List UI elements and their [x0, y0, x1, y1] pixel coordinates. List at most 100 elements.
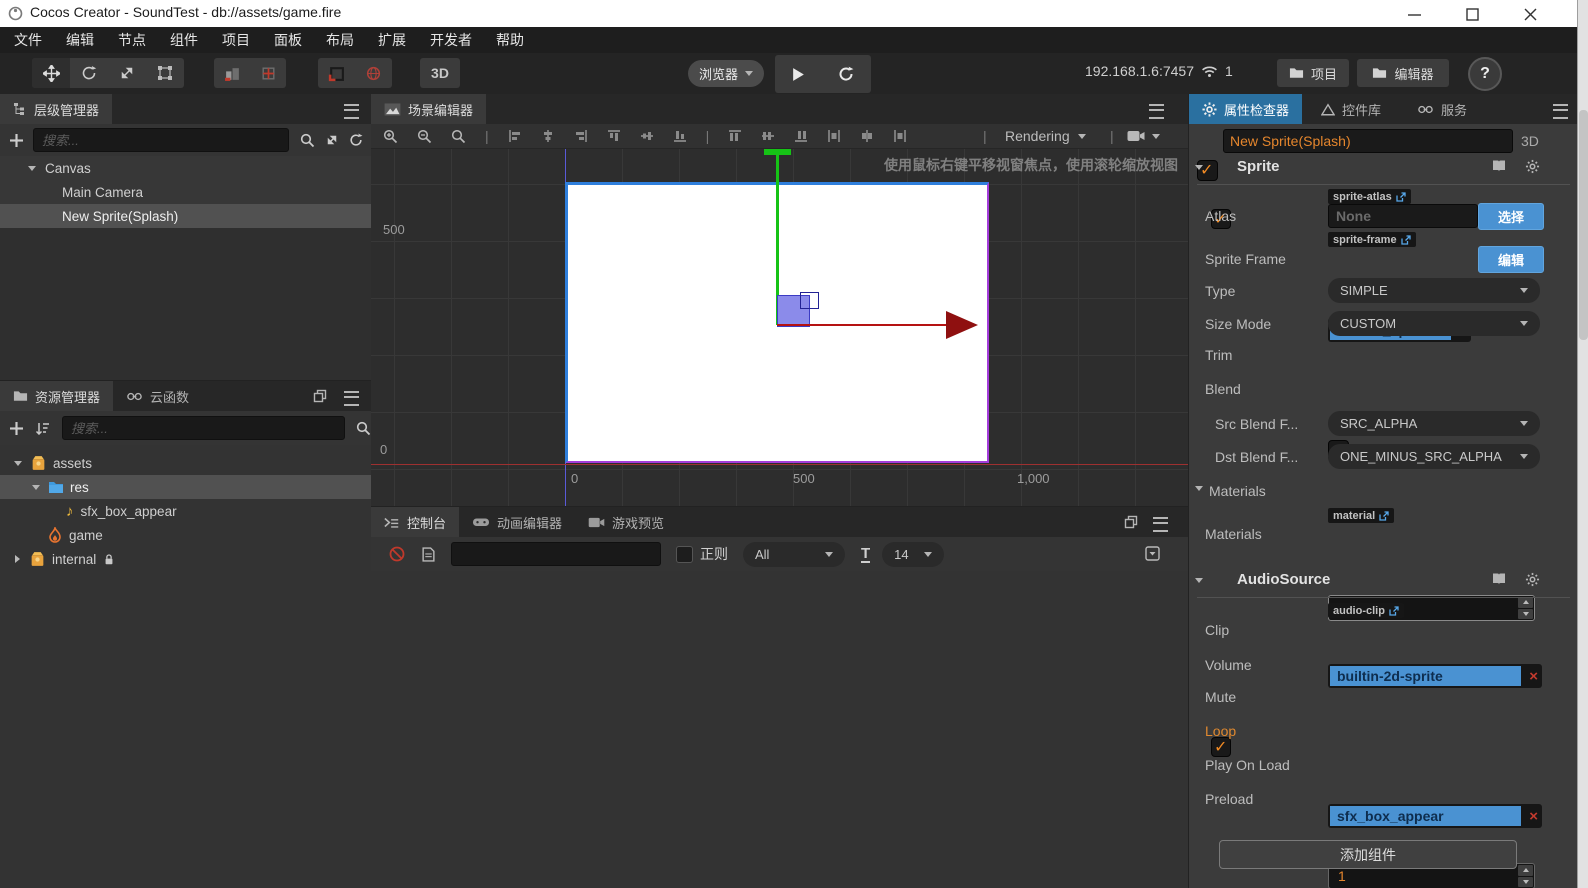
audio-enabled-checkbox[interactable]	[1211, 737, 1231, 757]
camera-view-dropdown[interactable]	[1127, 130, 1160, 142]
clear-reference-icon[interactable]: ×	[1529, 664, 1538, 688]
assets-search-input[interactable]	[62, 416, 345, 440]
create-asset-button[interactable]	[10, 421, 23, 435]
material-ref-field[interactable]: builtin-2d-sprite ×	[1328, 664, 1542, 688]
atlas-select-button[interactable]: 选择	[1478, 203, 1544, 230]
scrollbar-thumb[interactable]	[1579, 110, 1588, 340]
gizmo-y-handle[interactable]	[764, 149, 791, 155]
dst-blend-dropdown[interactable]: ONE_MINUS_SRC_ALPHA	[1328, 444, 1540, 469]
align-bottom-icon[interactable]	[673, 129, 687, 143]
asset-row-assets[interactable]: assets	[0, 451, 371, 475]
asset-row-res[interactable]: res	[0, 475, 371, 499]
distribute-hcenter-icon[interactable]	[860, 129, 874, 143]
component-settings-icon[interactable]	[1525, 572, 1540, 587]
node-enabled-checkbox[interactable]	[1197, 160, 1218, 181]
search-icon[interactable]	[356, 421, 371, 436]
expand-all-icon[interactable]	[325, 133, 339, 147]
align-vcenter-icon[interactable]	[640, 129, 654, 143]
rect-tool-button[interactable]	[146, 58, 184, 88]
open-log-file-icon[interactable]	[422, 546, 435, 562]
tab-scene-editor[interactable]: 场景编辑器	[371, 94, 487, 124]
align-right-icon[interactable]	[574, 129, 588, 143]
tab-hierarchy[interactable]: 层级管理器	[0, 94, 113, 124]
distribute-right-icon[interactable]	[893, 129, 907, 143]
world-coordinate-button[interactable]	[355, 58, 392, 88]
refresh-tree-icon[interactable]	[349, 133, 363, 147]
sprite-frame-edit-button[interactable]: 编辑	[1478, 246, 1544, 273]
play-button[interactable]	[792, 67, 805, 82]
tree-node-main-camera[interactable]: Main Camera	[0, 180, 371, 204]
minimize-button[interactable]	[1398, 2, 1430, 26]
popout-icon[interactable]	[1124, 515, 1138, 529]
zoom-out-icon[interactable]	[417, 129, 432, 144]
number-stepper[interactable]	[1518, 597, 1533, 619]
help-doc-icon[interactable]	[1491, 572, 1507, 586]
scale-tool-button[interactable]	[108, 58, 146, 88]
pivot-center-button[interactable]	[250, 58, 286, 88]
distribute-left-icon[interactable]	[827, 129, 841, 143]
scene-menu-icon[interactable]	[1149, 104, 1164, 119]
audio-collapse-icon[interactable]	[1195, 578, 1203, 583]
clear-console-icon[interactable]	[389, 546, 405, 562]
search-icon[interactable]	[300, 133, 315, 148]
expander-down-icon[interactable]	[32, 484, 40, 490]
menu-panel[interactable]: 面板	[262, 27, 314, 53]
type-dropdown[interactable]: SIMPLE	[1328, 278, 1540, 303]
refresh-button[interactable]	[838, 66, 854, 82]
add-component-button[interactable]: 添加组件	[1219, 840, 1517, 869]
pivot-anchor-button[interactable]	[214, 58, 250, 88]
rotate-tool-button[interactable]	[70, 58, 108, 88]
node-name-input[interactable]	[1223, 129, 1513, 153]
clip-ref-field[interactable]: sfx_box_appear ×	[1328, 804, 1542, 828]
menu-edit[interactable]: 编辑	[54, 27, 106, 53]
asset-row-game[interactable]: game	[0, 523, 371, 547]
tab-cloud-functions[interactable]: 云函数	[113, 381, 202, 411]
open-project-button[interactable]: 项目	[1277, 59, 1349, 87]
asset-row-internal[interactable]: internal	[0, 547, 371, 571]
log-level-dropdown[interactable]: All	[743, 541, 845, 567]
tab-console[interactable]: 控制台	[371, 507, 460, 537]
font-size-dropdown[interactable]: 14	[882, 541, 945, 567]
close-button[interactable]	[1514, 2, 1546, 26]
help-button[interactable]: ?	[1468, 57, 1502, 91]
menu-layout[interactable]: 布局	[314, 27, 366, 53]
atlas-value-field[interactable]: None	[1328, 204, 1478, 228]
size-mode-dropdown[interactable]: CUSTOM	[1328, 311, 1540, 336]
create-node-button[interactable]	[10, 133, 23, 147]
menu-project[interactable]: 项目	[210, 27, 262, 53]
gizmo-x-axis[interactable]	[777, 324, 949, 326]
tab-services[interactable]: 服务	[1404, 94, 1480, 124]
scene-viewport[interactable]: 使用鼠标右键平移视窗焦点，使用滚轮缩放视图 500 0 0 500 1,000	[371, 149, 1188, 506]
sort-icon[interactable]	[35, 422, 50, 435]
console-menu-icon[interactable]	[1153, 517, 1168, 532]
window-scrollbar[interactable]	[1577, 0, 1588, 888]
open-editor-button[interactable]: 编辑器	[1357, 59, 1449, 87]
help-doc-icon[interactable]	[1491, 159, 1507, 173]
hierarchy-search-input[interactable]	[33, 128, 289, 152]
expander-right-icon[interactable]	[15, 555, 20, 563]
tab-assets[interactable]: 资源管理器	[0, 381, 114, 411]
tree-node-new-sprite[interactable]: New Sprite(Splash)	[0, 204, 371, 228]
menu-extension[interactable]: 扩展	[366, 27, 418, 53]
asset-row-sfx[interactable]: ♪ sfx_box_appear	[0, 499, 371, 523]
local-coordinate-button[interactable]	[318, 58, 355, 88]
menu-node[interactable]: 节点	[106, 27, 158, 53]
expander-down-icon[interactable]	[28, 165, 36, 171]
menu-file[interactable]: 文件	[2, 27, 54, 53]
sprite-collapse-icon[interactable]	[1195, 165, 1203, 170]
distribute-top-icon[interactable]	[728, 129, 742, 143]
move-tool-button[interactable]	[32, 58, 70, 88]
clear-reference-icon[interactable]: ×	[1529, 804, 1538, 828]
gizmo-x-arrowhead[interactable]	[946, 311, 978, 339]
distribute-bottom-icon[interactable]	[794, 129, 808, 143]
tree-node-canvas[interactable]: Canvas	[0, 156, 371, 180]
regex-checkbox[interactable]	[676, 545, 693, 563]
tab-animation-editor[interactable]: 动画编辑器	[459, 507, 575, 537]
align-top-icon[interactable]	[607, 129, 621, 143]
menu-component[interactable]: 组件	[158, 27, 210, 53]
console-filter-input[interactable]	[451, 542, 661, 566]
distribute-vcenter-icon[interactable]	[761, 129, 775, 143]
inspector-menu-icon[interactable]	[1553, 104, 1568, 119]
popout-icon[interactable]	[313, 389, 327, 403]
align-left-icon[interactable]	[508, 129, 522, 143]
